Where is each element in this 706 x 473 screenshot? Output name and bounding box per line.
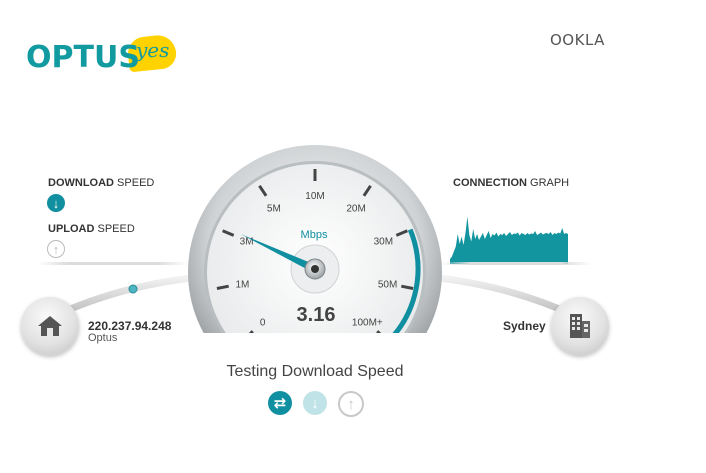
speed-gauge: 0 1M 3M 5M 10M 20M 30M 50M 100M+ Mbps 3.16 xyxy=(188,145,442,333)
gauge-tick-label: 5M xyxy=(267,203,281,214)
gauge-tick-label: 20M xyxy=(346,203,365,214)
server-city: Sydney xyxy=(503,319,546,333)
client-node xyxy=(21,297,79,355)
gauge-tick-label: 10M xyxy=(305,191,324,202)
home-icon xyxy=(38,316,62,336)
progress-dot xyxy=(128,284,138,294)
gauge-tick-label: 50M xyxy=(378,279,397,290)
gauge-tick-label: 100M+ xyxy=(352,317,383,328)
gauge-tick-label: 3M xyxy=(240,237,254,248)
server-node xyxy=(551,297,609,355)
client-isp: Optus xyxy=(88,332,118,344)
gauge-tick-label: 1M xyxy=(235,279,249,290)
arrow-up-icon: ↑ xyxy=(338,391,364,417)
test-status: Testing Download Speed xyxy=(226,363,404,380)
gauge-value: 3.16 xyxy=(297,304,336,326)
gauge-tick-label: 0 xyxy=(260,317,266,328)
arrow-down-icon: ↓ xyxy=(303,391,327,415)
gauge-tick-label: 30M xyxy=(374,237,393,248)
ping-arrows-icon: ⇄ xyxy=(268,391,292,415)
building-icon xyxy=(570,314,590,338)
gauge-unit: Mbps xyxy=(301,229,328,241)
client-ip: 220.237.94.248 xyxy=(88,319,172,333)
gauge-hub-center xyxy=(311,265,319,273)
